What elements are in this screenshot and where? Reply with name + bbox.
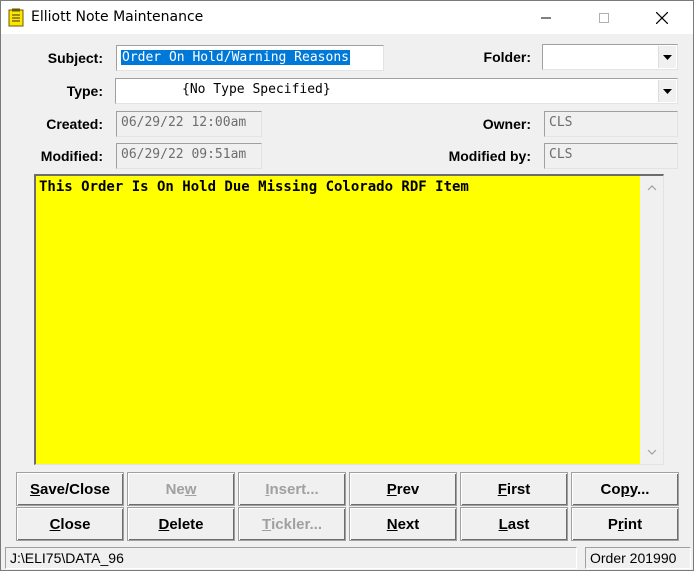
note-textarea[interactable]: This Order Is On Hold Due Missing Colora… — [34, 174, 664, 465]
scroll-up-icon[interactable] — [640, 178, 663, 198]
status-order: Order 201990 — [585, 547, 691, 569]
maximize-icon — [599, 12, 609, 23]
folder-label: Folder: — [483, 49, 531, 65]
owner-label: Owner: — [482, 116, 531, 132]
modified-by-field: CLS — [544, 143, 678, 169]
next-button[interactable]: Next — [349, 507, 457, 541]
owner-field: CLS — [544, 111, 678, 137]
scroll-down-icon[interactable] — [640, 442, 663, 462]
created-field: 06/29/22 12:00am — [116, 111, 262, 137]
type-label: Type: — [66, 83, 103, 99]
copy-button[interactable]: Co p y... — [571, 472, 679, 506]
modified-value: 06/29/22 09:51am — [121, 147, 247, 162]
tickler-button[interactable]: Tickler... — [238, 507, 346, 541]
delete-button[interactable]: Delete — [127, 507, 235, 541]
note-text: This Order Is On Hold Due Missing Colora… — [39, 179, 469, 195]
modified-label: Modified: — [40, 148, 103, 164]
note-maintenance-window: Elliott Note Maintenance Subject: Order … — [0, 0, 694, 571]
title-bar[interactable]: Elliott Note Maintenance — [1, 1, 693, 34]
modified-field: 06/29/22 09:51am — [116, 143, 262, 169]
owner-value: CLS — [549, 115, 573, 130]
window-title: Elliott Note Maintenance — [31, 9, 204, 25]
insert-button[interactable]: Insert... — [238, 472, 346, 506]
chevron-down-icon[interactable] — [658, 80, 676, 102]
folder-dropdown[interactable] — [542, 44, 678, 70]
first-button[interactable]: First — [460, 472, 568, 506]
maximize-button[interactable] — [581, 1, 627, 34]
close-window-button[interactable] — [639, 1, 685, 34]
status-bar: J:\ELI75\DATA_96 Order 201990 — [5, 547, 691, 569]
type-value: {No Type Specified} — [182, 82, 331, 97]
new-button[interactable]: Ne w — [127, 472, 235, 506]
type-dropdown[interactable]: {No Type Specified} — [115, 78, 678, 104]
chevron-down-icon[interactable] — [658, 46, 676, 68]
minimize-button[interactable] — [523, 1, 569, 34]
subject-input[interactable]: Order On Hold/Warning Reasons — [116, 45, 384, 71]
close-icon — [656, 11, 668, 24]
modified-by-value: CLS — [549, 147, 573, 162]
minimize-icon — [541, 13, 551, 23]
print-button[interactable]: Pr int — [571, 507, 679, 541]
note-icon — [8, 8, 24, 27]
status-path: J:\ELI75\DATA_96 — [5, 547, 577, 569]
save-close-button[interactable]: Save/Close — [16, 472, 124, 506]
note-scrollbar[interactable] — [640, 176, 663, 464]
close-button[interactable]: Close — [16, 507, 124, 541]
last-button[interactable]: Last — [460, 507, 568, 541]
subject-value: Order On Hold/Warning Reasons — [121, 50, 350, 65]
prev-button[interactable]: Prev — [349, 472, 457, 506]
modified-by-label: Modified by: — [448, 148, 531, 164]
subject-label: Subject: — [47, 50, 103, 66]
created-label: Created: — [46, 116, 103, 132]
created-value: 06/29/22 12:00am — [121, 115, 247, 130]
